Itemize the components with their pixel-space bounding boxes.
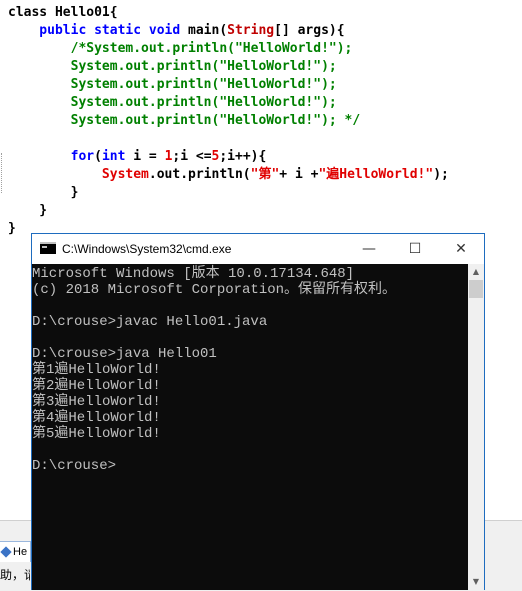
code-token: .out.println( [148, 167, 251, 182]
code-token: ;i <= [172, 149, 212, 164]
cmd-icon [40, 242, 56, 254]
code-token: public static void [8, 23, 189, 38]
code-token: System.out.println("HelloWorld!"); [8, 77, 337, 92]
console-line: D:\crouse> [32, 458, 117, 474]
editor-tab[interactable]: He [0, 541, 31, 562]
code-token: i = [125, 149, 165, 164]
code-token: } [8, 203, 48, 218]
cmd-window[interactable]: C:\Windows\System32\cmd.exe — ☐ ✕ Micros… [31, 233, 485, 590]
maximize-button[interactable]: ☐ [392, 234, 438, 264]
code-line: System.out.println("第"+ i +"遍HelloWorld!… [8, 166, 449, 184]
console-line: 第5遍HelloWorld! [32, 426, 161, 442]
code-token: /*System.out.println("HelloWorld!"); [8, 41, 353, 56]
code-token: "第" [250, 167, 280, 182]
code-line: System.out.println("HelloWorld!"); [8, 76, 337, 94]
console-line: 第3遍HelloWorld! [32, 394, 161, 410]
code-token: "遍HelloWorld!" [318, 167, 434, 182]
cmd-window-title: C:\Windows\System32\cmd.exe [62, 242, 232, 256]
close-button[interactable]: ✕ [438, 234, 484, 264]
editor-tab-label: He [13, 546, 28, 558]
cmd-scrollbar[interactable]: ▲ ▼ [468, 264, 484, 590]
code-token: [] args){ [274, 23, 345, 38]
code-line: } [8, 220, 16, 238]
code-token: class [8, 5, 55, 20]
fold-guide [1, 153, 4, 193]
code-line: class Hello01{ [8, 4, 118, 22]
code-token: System [101, 167, 149, 182]
code-token: ); [433, 167, 449, 182]
scrollbar-thumb[interactable] [469, 280, 483, 298]
code-token: System.out.println("HelloWorld!"); [8, 95, 337, 110]
code-line: System.out.println("HelloWorld!"); [8, 58, 337, 76]
code-token: ( [94, 149, 102, 164]
scroll-up-arrow-icon[interactable]: ▲ [468, 264, 484, 280]
code-token: Hello01{ [54, 5, 118, 20]
code-line: } [8, 202, 47, 220]
cmd-titlebar[interactable]: C:\Windows\System32\cmd.exe — ☐ ✕ [32, 234, 484, 264]
code-token: System.out.println("HelloWorld!"); */ [8, 113, 361, 128]
code-line: } [8, 184, 79, 202]
console-line: Microsoft Windows [版本 10.0.17134.648] [32, 266, 355, 282]
status-text: 助，请 [0, 568, 30, 582]
java-file-icon [0, 546, 12, 558]
code-token: } [8, 221, 16, 236]
console-line: (c) 2018 Microsoft Corporation。保留所有权利。 [32, 282, 397, 298]
code-line: for(int i = 1;i <=5;i++){ [8, 148, 267, 166]
minimize-button[interactable]: — [346, 234, 392, 264]
console-line: D:\crouse>javac Hello01.java [32, 314, 268, 330]
code-line: System.out.println("HelloWorld!"); */ [8, 112, 361, 130]
console-line: D:\crouse>java Hello01 [32, 346, 217, 362]
code-token: + i + [279, 167, 319, 182]
code-token: for [70, 149, 95, 164]
console-line: 第4遍HelloWorld! [32, 410, 161, 426]
code-line: /*System.out.println("HelloWorld!"); [8, 40, 353, 58]
code-token: } [8, 185, 79, 200]
code-line: System.out.println("HelloWorld!"); [8, 94, 337, 112]
code-line: public static void main(String[] args){ [8, 22, 345, 40]
code-token: main( [188, 23, 228, 38]
code-token: String [227, 23, 275, 38]
console-line: 第1遍HelloWorld! [32, 362, 161, 378]
code-token: System.out.println("HelloWorld!"); [8, 59, 337, 74]
scroll-down-arrow-icon[interactable]: ▼ [468, 574, 484, 590]
cmd-console-output[interactable]: Microsoft Windows [版本 10.0.17134.648] (c)… [32, 264, 468, 590]
console-line: 第2遍HelloWorld! [32, 378, 161, 394]
code-token: ;i++){ [219, 149, 267, 164]
code-token: int [101, 149, 126, 164]
